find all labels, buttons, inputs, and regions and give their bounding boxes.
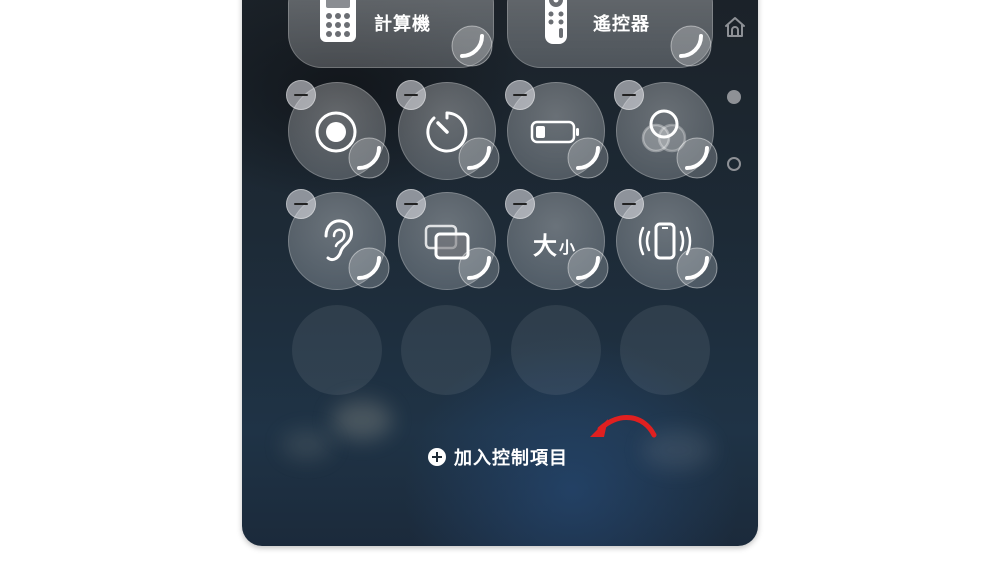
calculator-label: 計算機 — [374, 14, 431, 35]
plus-icon — [428, 448, 446, 466]
empty-slot[interactable] — [401, 305, 491, 395]
remove-button[interactable] — [396, 80, 426, 110]
remove-button[interactable] — [286, 189, 316, 219]
empty-slot[interactable] — [511, 305, 601, 395]
remote-label: 遙控器 — [593, 14, 650, 35]
resize-handle[interactable] — [347, 136, 391, 180]
annotation-arrow-icon — [590, 415, 657, 438]
calculator-control[interactable]: 計算機 — [288, 0, 494, 68]
resize-handle[interactable] — [566, 246, 610, 290]
remove-button[interactable] — [614, 189, 644, 219]
resize-handle[interactable] — [675, 136, 719, 180]
remove-button[interactable] — [396, 189, 426, 219]
empty-slot[interactable] — [292, 305, 382, 395]
empty-slot[interactable] — [620, 305, 710, 395]
remove-button[interactable] — [286, 80, 316, 110]
remove-button[interactable] — [505, 189, 535, 219]
page-dot-empty-icon[interactable] — [726, 156, 742, 172]
remove-button[interactable] — [614, 80, 644, 110]
text-size-large-glyph: 大 — [533, 232, 557, 260]
home-icon[interactable] — [723, 15, 747, 39]
remote-control[interactable]: 遙控器 — [507, 0, 713, 68]
background-blur — [332, 400, 392, 440]
resize-handle[interactable] — [457, 136, 501, 180]
control-center-panel: 計算機 遙控器 大 小 加入控制項目 — [242, 0, 758, 546]
resize-handle[interactable] — [675, 246, 719, 290]
page-dot-filled-icon[interactable] — [726, 89, 742, 105]
add-controls-button[interactable]: 加入控制項目 — [428, 444, 568, 470]
resize-handle[interactable] — [450, 24, 494, 68]
resize-handle[interactable] — [669, 24, 713, 68]
calculator-icon — [320, 0, 356, 42]
resize-handle[interactable] — [347, 246, 391, 290]
resize-handle[interactable] — [566, 136, 610, 180]
background-blur — [282, 430, 332, 460]
add-controls-label: 加入控制項目 — [454, 448, 568, 469]
remote-icon — [545, 0, 567, 44]
resize-handle[interactable] — [457, 246, 501, 290]
remove-button[interactable] — [505, 80, 535, 110]
